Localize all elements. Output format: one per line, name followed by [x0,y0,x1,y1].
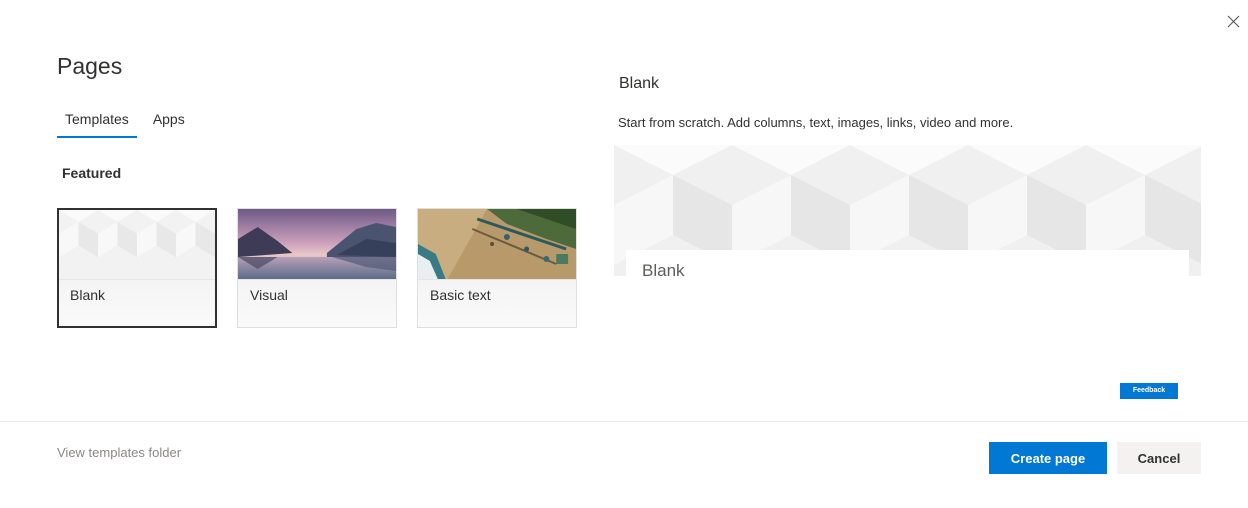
featured-heading: Featured [62,165,122,181]
close-icon [1227,15,1240,28]
view-templates-folder-link[interactable]: View templates folder [57,445,181,460]
visual-thumbnail [238,209,396,279]
blank-thumbnail [59,210,215,279]
template-card-blank[interactable]: Blank [57,208,217,328]
feedback-button[interactable]: Feedback [1120,383,1178,399]
close-button[interactable] [1222,10,1244,32]
preview-title: Blank [619,75,660,92]
template-cards: Blank Visual Basic text [57,208,597,328]
tab-apps[interactable]: Apps [145,108,193,138]
preview-description: Start from scratch. Add columns, text, i… [618,115,1014,130]
footer-divider [0,421,1248,422]
page-title: Pages [57,53,123,79]
template-card-basic-text[interactable]: Basic text [417,208,577,328]
card-label: Blank [70,287,106,303]
card-label: Visual [250,287,288,303]
preview-card-title: Blank [642,261,685,280]
basic-text-thumbnail [418,209,576,279]
preview-card [626,250,1189,280]
tab-list: Templates Apps [57,108,201,138]
card-label: Basic text [430,287,491,303]
cancel-button[interactable]: Cancel [1117,442,1201,474]
tab-templates[interactable]: Templates [57,108,137,138]
create-page-button[interactable]: Create page [989,442,1107,474]
template-card-visual[interactable]: Visual [237,208,397,328]
